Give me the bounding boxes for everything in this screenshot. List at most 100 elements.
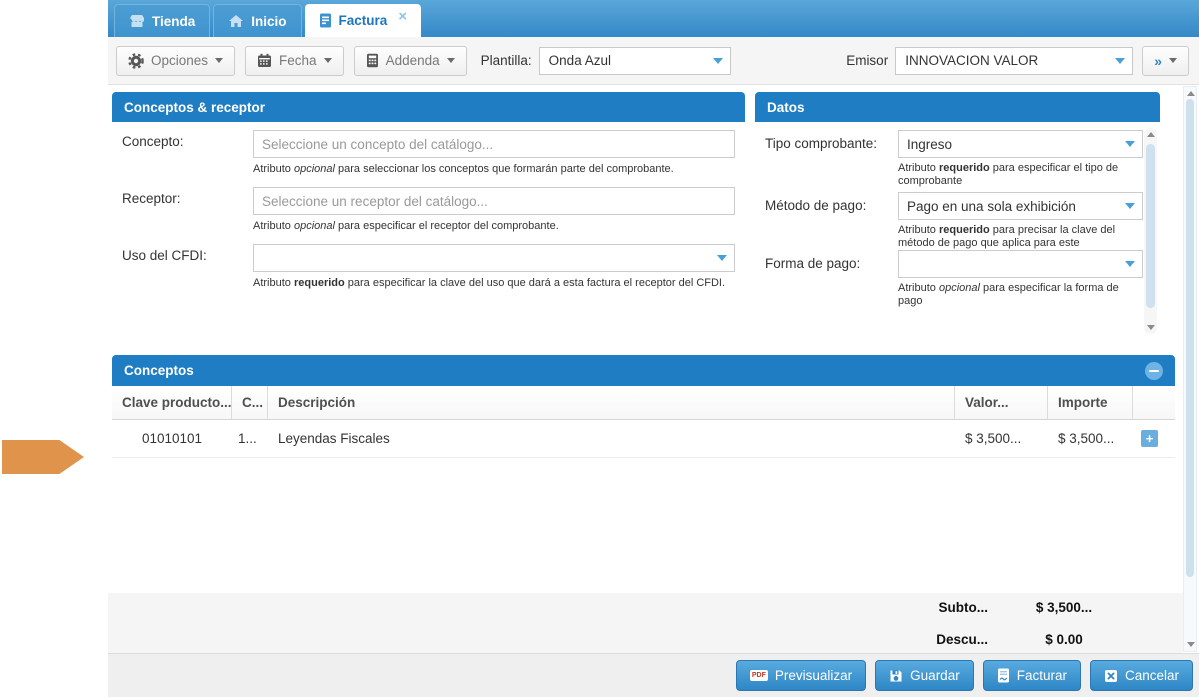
tab-tienda[interactable]: Tienda xyxy=(114,4,210,37)
scrollbar-thumb[interactable] xyxy=(1146,144,1155,308)
store-icon xyxy=(129,14,145,28)
scroll-down-icon[interactable] xyxy=(1187,642,1195,647)
column-header-cantidad[interactable]: C... xyxy=(232,386,268,419)
invoice-sign-icon xyxy=(997,668,1010,683)
receptor-input[interactable] xyxy=(253,187,735,215)
panel-title: Datos xyxy=(755,92,1160,122)
column-header-valor[interactable]: Valor... xyxy=(955,386,1048,419)
table-row[interactable]: 01010101 1... Leyendas Fiscales $ 3,500.… xyxy=(112,420,1175,458)
opciones-button[interactable]: Opciones xyxy=(116,46,235,76)
gear-icon xyxy=(128,53,144,69)
scroll-up-icon[interactable] xyxy=(1147,132,1155,137)
uso-cfdi-label: Uso del CFDI: xyxy=(122,248,207,263)
column-header-clave[interactable]: Clave producto... xyxy=(112,386,232,419)
tab-label: Tienda xyxy=(152,14,195,29)
calendar-icon xyxy=(257,53,272,68)
chevron-down-icon xyxy=(1125,261,1135,267)
chevron-down-icon xyxy=(1125,141,1135,147)
save-icon xyxy=(889,669,903,683)
help-text: Atributo xyxy=(898,162,936,174)
factura-app-window: Tienda Inicio Factura × Opciones xyxy=(0,0,1199,700)
uso-cfdi-help: Atributo requerido para especificar la c… xyxy=(253,277,735,290)
tipo-comprobante-value: Ingreso xyxy=(907,137,952,152)
help-text: para seleccionar los conceptos que forma… xyxy=(338,163,674,175)
emisor-select[interactable]: INNOVACION VALOR xyxy=(895,47,1133,75)
cancel-icon xyxy=(1104,669,1118,683)
panel-body: Tipo comprobante: Ingreso Atributo reque… xyxy=(755,122,1160,340)
cancelar-button[interactable]: Cancelar xyxy=(1090,660,1193,691)
datos-panel: Datos Tipo comprobante: Ingreso Atributo… xyxy=(755,92,1160,340)
help-emphasis: requerido xyxy=(939,224,990,236)
column-header-descripcion[interactable]: Descripción xyxy=(268,386,955,419)
cell-descripcion: Leyendas Fiscales xyxy=(268,431,955,446)
tab-factura[interactable]: Factura × xyxy=(305,4,422,37)
chevron-down-icon xyxy=(215,58,223,63)
overflow-label: » xyxy=(1154,53,1162,69)
tab-label: Inicio xyxy=(251,14,286,29)
tab-bar: Tienda Inicio Factura × xyxy=(108,0,1199,37)
pdf-icon: PDF xyxy=(750,670,768,681)
home-icon xyxy=(228,14,244,28)
subtotal-label: Subto... xyxy=(900,600,988,615)
column-header-importe[interactable]: Importe xyxy=(1048,386,1133,419)
help-emphasis: opcional xyxy=(294,220,335,232)
uso-cfdi-select[interactable] xyxy=(253,244,735,272)
emisor-label: Emisor xyxy=(846,53,888,68)
datos-panel-scrollbar[interactable] xyxy=(1144,128,1157,334)
toolbar-overflow-button[interactable]: » xyxy=(1142,46,1189,76)
invoice-toolbar: Opciones Fecha Addenda Plantilla: Onda A… xyxy=(108,37,1199,85)
plantilla-value: Onda Azul xyxy=(549,53,611,68)
button-label: Guardar xyxy=(910,668,960,683)
button-label: Fecha xyxy=(279,53,317,68)
annotation-arrow xyxy=(2,440,84,474)
help-text: Atributo xyxy=(898,224,936,236)
invoice-icon xyxy=(319,13,332,28)
add-concept-icon[interactable]: + xyxy=(1141,430,1158,447)
plantilla-label: Plantilla: xyxy=(481,53,532,68)
action-button-bar: PDF Previsualizar Guardar Facturar Cance… xyxy=(108,653,1199,697)
column-header-actions xyxy=(1133,386,1175,419)
cell-clave: 01010101 xyxy=(112,431,232,446)
page-scrollbar[interactable] xyxy=(1183,86,1197,652)
cell-cantidad: 1... xyxy=(232,431,268,446)
tipo-comprobante-label: Tipo comprobante: xyxy=(765,136,877,151)
metodo-pago-select[interactable]: Pago en una sola exhibición xyxy=(898,192,1143,220)
button-label: Cancelar xyxy=(1125,668,1179,683)
chevron-down-icon xyxy=(1125,203,1135,209)
concepto-input[interactable] xyxy=(253,130,735,158)
panel-header: Conceptos xyxy=(112,355,1175,386)
facturar-button[interactable]: Facturar xyxy=(983,660,1081,691)
descuento-label: Descu... xyxy=(900,632,988,647)
tab-inicio[interactable]: Inicio xyxy=(213,4,301,37)
tipo-comprobante-help: Atributo requerido para especificar el t… xyxy=(898,162,1136,188)
chevron-down-icon xyxy=(713,58,723,64)
help-emphasis: opcional xyxy=(939,282,980,294)
previsualizar-button[interactable]: PDF Previsualizar xyxy=(736,660,866,691)
plantilla-select[interactable]: Onda Azul xyxy=(539,47,731,75)
chevron-down-icon xyxy=(447,58,455,63)
button-label: Opciones xyxy=(151,53,208,68)
close-tab-icon[interactable]: × xyxy=(398,8,407,25)
scroll-down-icon[interactable] xyxy=(1147,325,1155,330)
chevron-down-icon xyxy=(717,255,727,261)
collapse-panel-icon[interactable] xyxy=(1145,362,1163,380)
help-text: Atributo xyxy=(253,220,291,232)
receptor-help: Atributo opcional para especificar el re… xyxy=(253,220,735,233)
concepto-help: Atributo opcional para seleccionar los c… xyxy=(253,163,735,176)
help-text: Atributo xyxy=(253,277,291,289)
addenda-button[interactable]: Addenda xyxy=(354,46,467,76)
cell-valor: $ 3,500... xyxy=(955,431,1048,446)
forma-pago-select[interactable] xyxy=(898,250,1143,278)
tipo-comprobante-select[interactable]: Ingreso xyxy=(898,130,1143,158)
scrollbar-thumb[interactable] xyxy=(1186,99,1194,577)
help-emphasis: requerido xyxy=(294,277,345,289)
scroll-up-icon[interactable] xyxy=(1187,91,1195,96)
forma-pago-help: Atributo opcional para especificar la fo… xyxy=(898,282,1136,308)
concepto-label: Concepto: xyxy=(122,134,184,149)
help-text: para especificar el receptor del comprob… xyxy=(338,220,559,232)
guardar-button[interactable]: Guardar xyxy=(875,660,974,691)
fecha-button[interactable]: Fecha xyxy=(245,46,344,76)
calculator-icon xyxy=(366,53,379,68)
emisor-value: INNOVACION VALOR xyxy=(905,53,1038,68)
tab-label: Factura xyxy=(339,13,388,28)
